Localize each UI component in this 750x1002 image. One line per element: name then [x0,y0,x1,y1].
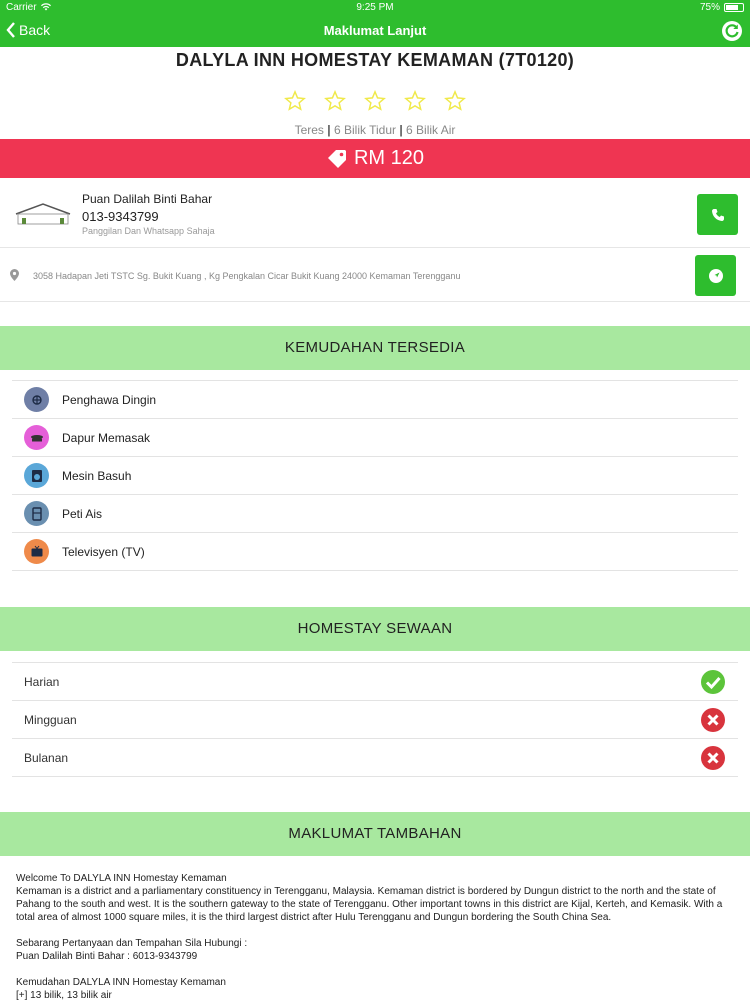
cross-circle-icon [701,708,725,732]
air-conditioner-icon [24,387,49,412]
owner-name: Puan Dalilah Binti Bahar [82,192,213,206]
facility-item: Televisyen (TV) [12,533,738,571]
facility-label: Mesin Basuh [62,468,132,483]
rental-item: Bulanan [12,739,738,777]
status-time: 9:25 PM [356,2,394,13]
star-icon [324,90,346,111]
phone-icon [711,208,724,221]
navigation-icon [708,268,723,283]
facility-item: Peti Ais [12,495,738,533]
rating-stars [0,90,750,112]
facility-list: Penghawa Dingin Dapur Memasak Mesin Basuh P… [12,380,738,571]
extra-welcome: Welcome To DALYLA INN Homestay Kemaman [16,873,227,884]
rental-label: Mingguan [24,712,77,727]
extra-info-heading: MAKLUMAT TAMBAHAN [0,812,750,856]
refresh-icon [725,24,739,38]
facility-label: Dapur Memasak [62,430,151,445]
rental-item: Mingguan [12,701,738,739]
fridge-icon [24,501,49,526]
star-icon [404,90,426,111]
facility-label: Televisyen (TV) [62,544,145,559]
listing-summary: Teres | 6 Bilik Tidur | 6 Bilik Air [294,123,456,137]
facility-label: Peti Ais [62,506,103,521]
star-icon [284,90,306,111]
extra-info-text: Welcome To DALYLA INN Homestay Kemaman K… [16,872,738,1002]
contact-row: Puan Dalilah Binti Bahar 013-9343799 Pan… [0,182,750,248]
navigate-button[interactable] [695,255,736,296]
listing-title: DALYLA INN HOMESTAY KEMAMAN (7T0120) [175,50,575,70]
property-type: Teres [294,123,324,137]
battery-indicator: 75% [700,2,744,13]
star-icon [444,90,466,111]
refresh-button[interactable] [722,21,742,41]
facility-item: Mesin Basuh [12,457,738,495]
page-title: Maklumat Lanjut [323,23,427,38]
rental-heading: HOMESTAY SEWAAN [0,607,750,651]
extra-rooms: [+] 13 bilik, 13 bilik air [16,990,112,1001]
battery-percent: 75% [699,2,720,13]
navigation-bar: Back Maklumat Lanjut [0,16,750,47]
check-circle-icon [701,670,725,694]
rental-label: Bulanan [24,750,69,765]
facility-label: Penghawa Dingin [62,392,157,407]
rental-list: Harian Mingguan Bulanan [12,662,738,777]
facility-item: Dapur Memasak [12,419,738,457]
status-bar: Carrier 9:25 PM 75% [0,0,750,16]
address-row: 3058 Hadapan Jeti TSTC Sg. Bukit Kuang ,… [0,250,750,302]
rental-item: Harian [12,663,738,701]
rental-label: Harian [24,674,60,689]
contact-note: Panggilan Dan Whatsapp Sahaja [82,226,215,236]
facilities-heading: KEMUDAHAN TERSEDIA [0,326,750,370]
bedroom-count: 6 Bilik Tidur [333,123,396,137]
extra-enquiry: Sebarang Pertanyaan dan Tempahan Sila Hu… [16,938,248,949]
homestay-logo [14,202,72,226]
tv-icon [24,539,49,564]
facility-item: Penghawa Dingin [12,381,738,419]
extra-facilities-title: Kemudahan DALYLA INN Homestay Kemaman [16,977,226,988]
address-text: 3058 Hadapan Jeti TSTC Sg. Bukit Kuang ,… [33,271,461,281]
owner-phone: 013-9343799 [82,209,159,224]
extra-description: Kemaman is a district and a parliamentar… [16,886,723,923]
cross-circle-icon [701,746,725,770]
stove-icon [24,425,49,450]
bathroom-count: 6 Bilik Air [406,123,456,137]
star-icon [364,90,386,111]
location-pin-icon [10,269,19,281]
price-value: RM 120 [353,147,425,169]
price-tag-icon [327,149,346,168]
washing-machine-icon [24,463,49,488]
price-bar: RM 120 [0,139,750,178]
extra-contact: Puan Dalilah Binti Bahar : 6013-9343799 [16,951,198,962]
battery-icon [724,3,744,12]
call-button[interactable] [697,194,738,235]
